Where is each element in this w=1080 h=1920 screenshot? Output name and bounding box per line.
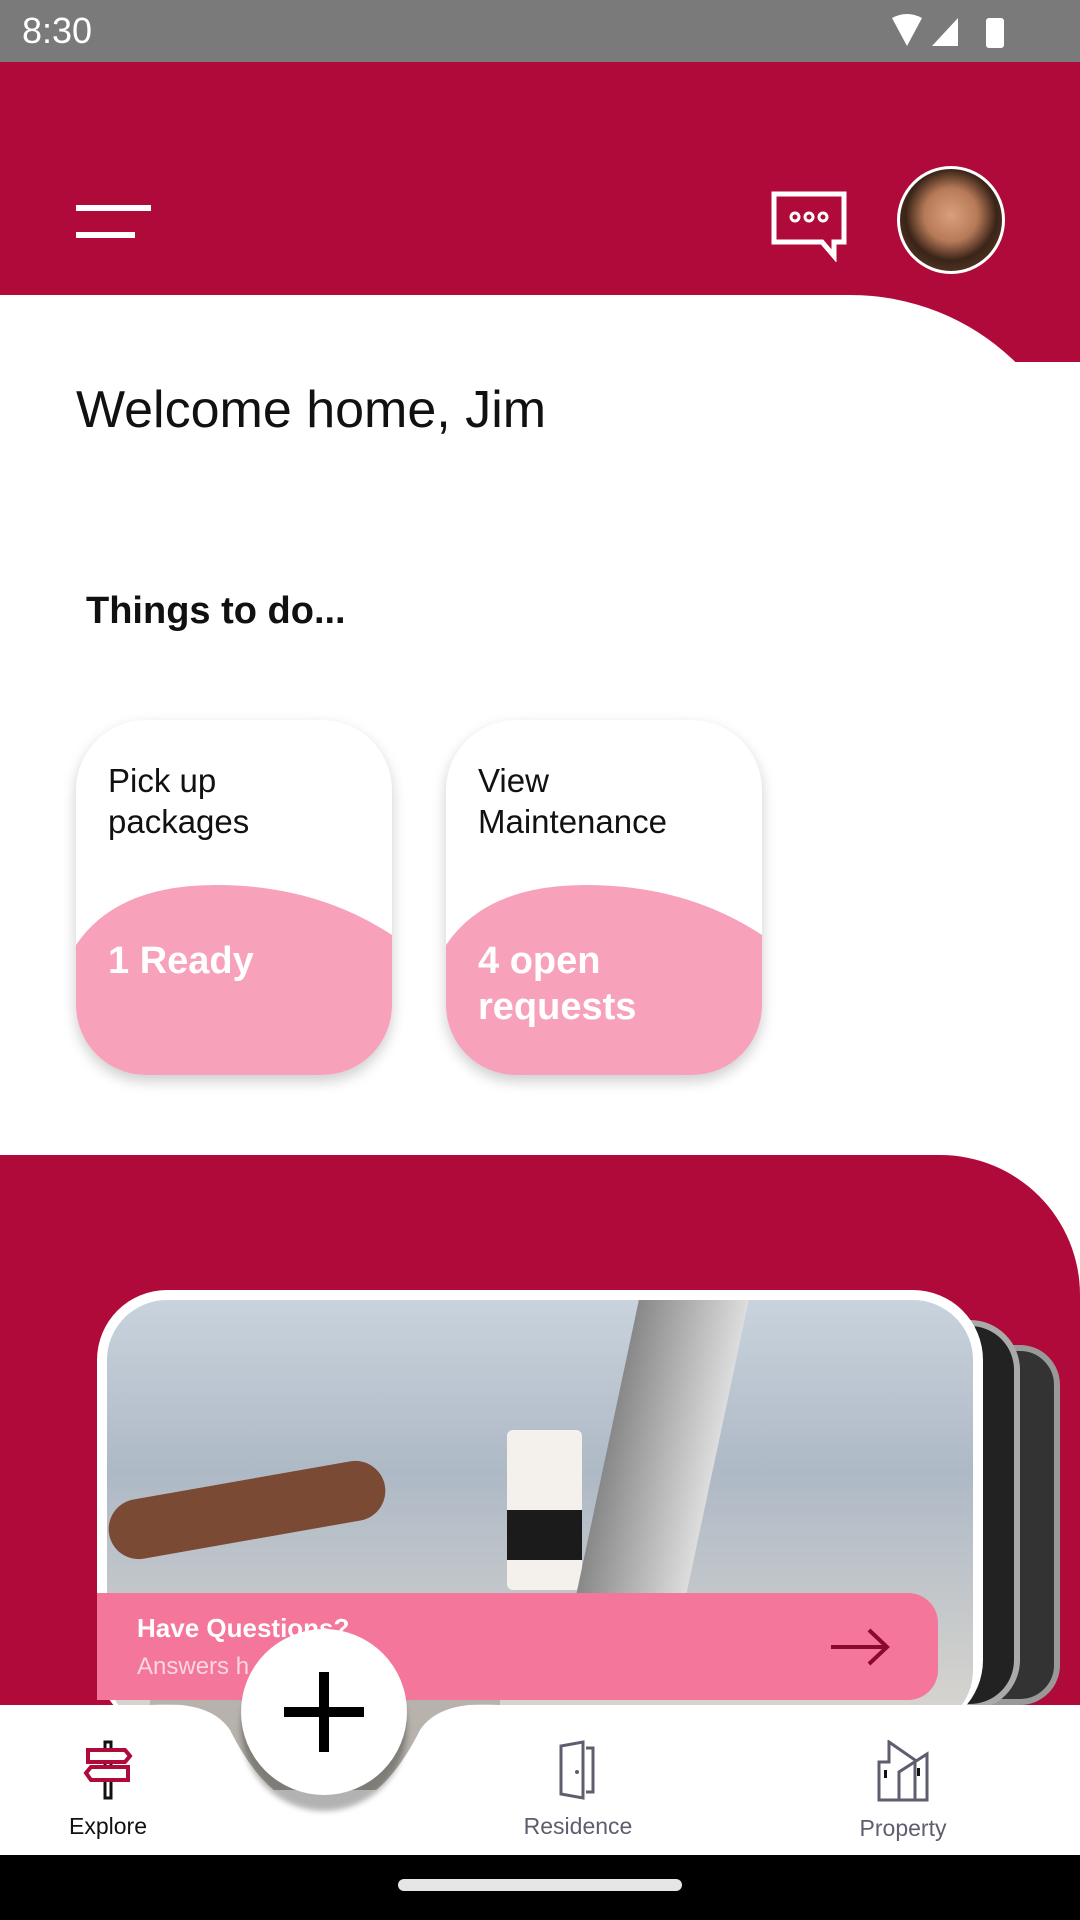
user-avatar[interactable] — [897, 166, 1005, 274]
chat-bubble-icon[interactable] — [770, 190, 850, 262]
buildings-icon — [877, 1739, 929, 1802]
laptop — [575, 1300, 749, 1600]
nav-residence[interactable]: Residence — [478, 1740, 678, 1840]
things-to-do-heading: Things to do... — [86, 590, 346, 632]
hamburger-icon — [76, 205, 151, 211]
card-view-maintenance[interactable]: View Maintenance 4 open requests — [446, 720, 762, 1075]
arrow-right-icon[interactable] — [829, 1627, 891, 1667]
nav-label: Property — [859, 1815, 947, 1841]
status-time: 8:30 — [22, 10, 93, 51]
plus-icon — [284, 1672, 364, 1752]
card-status: 1 Ready — [108, 940, 254, 982]
card-status: 4 open requests — [478, 940, 637, 1028]
welcome-heading: Welcome home, Jim — [76, 381, 547, 439]
status-icons — [892, 14, 1004, 48]
menu-button[interactable] — [70, 195, 160, 245]
door-icon — [559, 1740, 595, 1800]
signpost-icon — [83, 1740, 133, 1800]
battery-icon — [986, 18, 1004, 48]
hand — [107, 1456, 391, 1564]
status-bar: 8:30 — [0, 0, 1080, 62]
banner-subtitle: Answers h — [137, 1653, 250, 1680]
wifi-icon — [892, 14, 922, 46]
card-title: View Maintenance — [478, 762, 667, 840]
add-button[interactable] — [241, 1629, 407, 1795]
hamburger-line — [76, 232, 135, 238]
signal-icon — [932, 18, 958, 46]
card-title: Pick up packages — [108, 762, 250, 840]
card-pick-up-packages[interactable]: Pick up packages 1 Ready — [76, 720, 392, 1075]
cup-sleeve — [507, 1510, 582, 1560]
nav-label: Explore — [69, 1813, 147, 1839]
nav-property[interactable]: Property — [803, 1739, 1003, 1842]
nav-label: Residence — [523, 1813, 633, 1839]
have-questions-banner[interactable]: Have Questions? Answers h — [97, 1593, 938, 1700]
home-gesture-handle[interactable] — [398, 1879, 682, 1891]
nav-explore[interactable]: Explore — [8, 1740, 208, 1840]
